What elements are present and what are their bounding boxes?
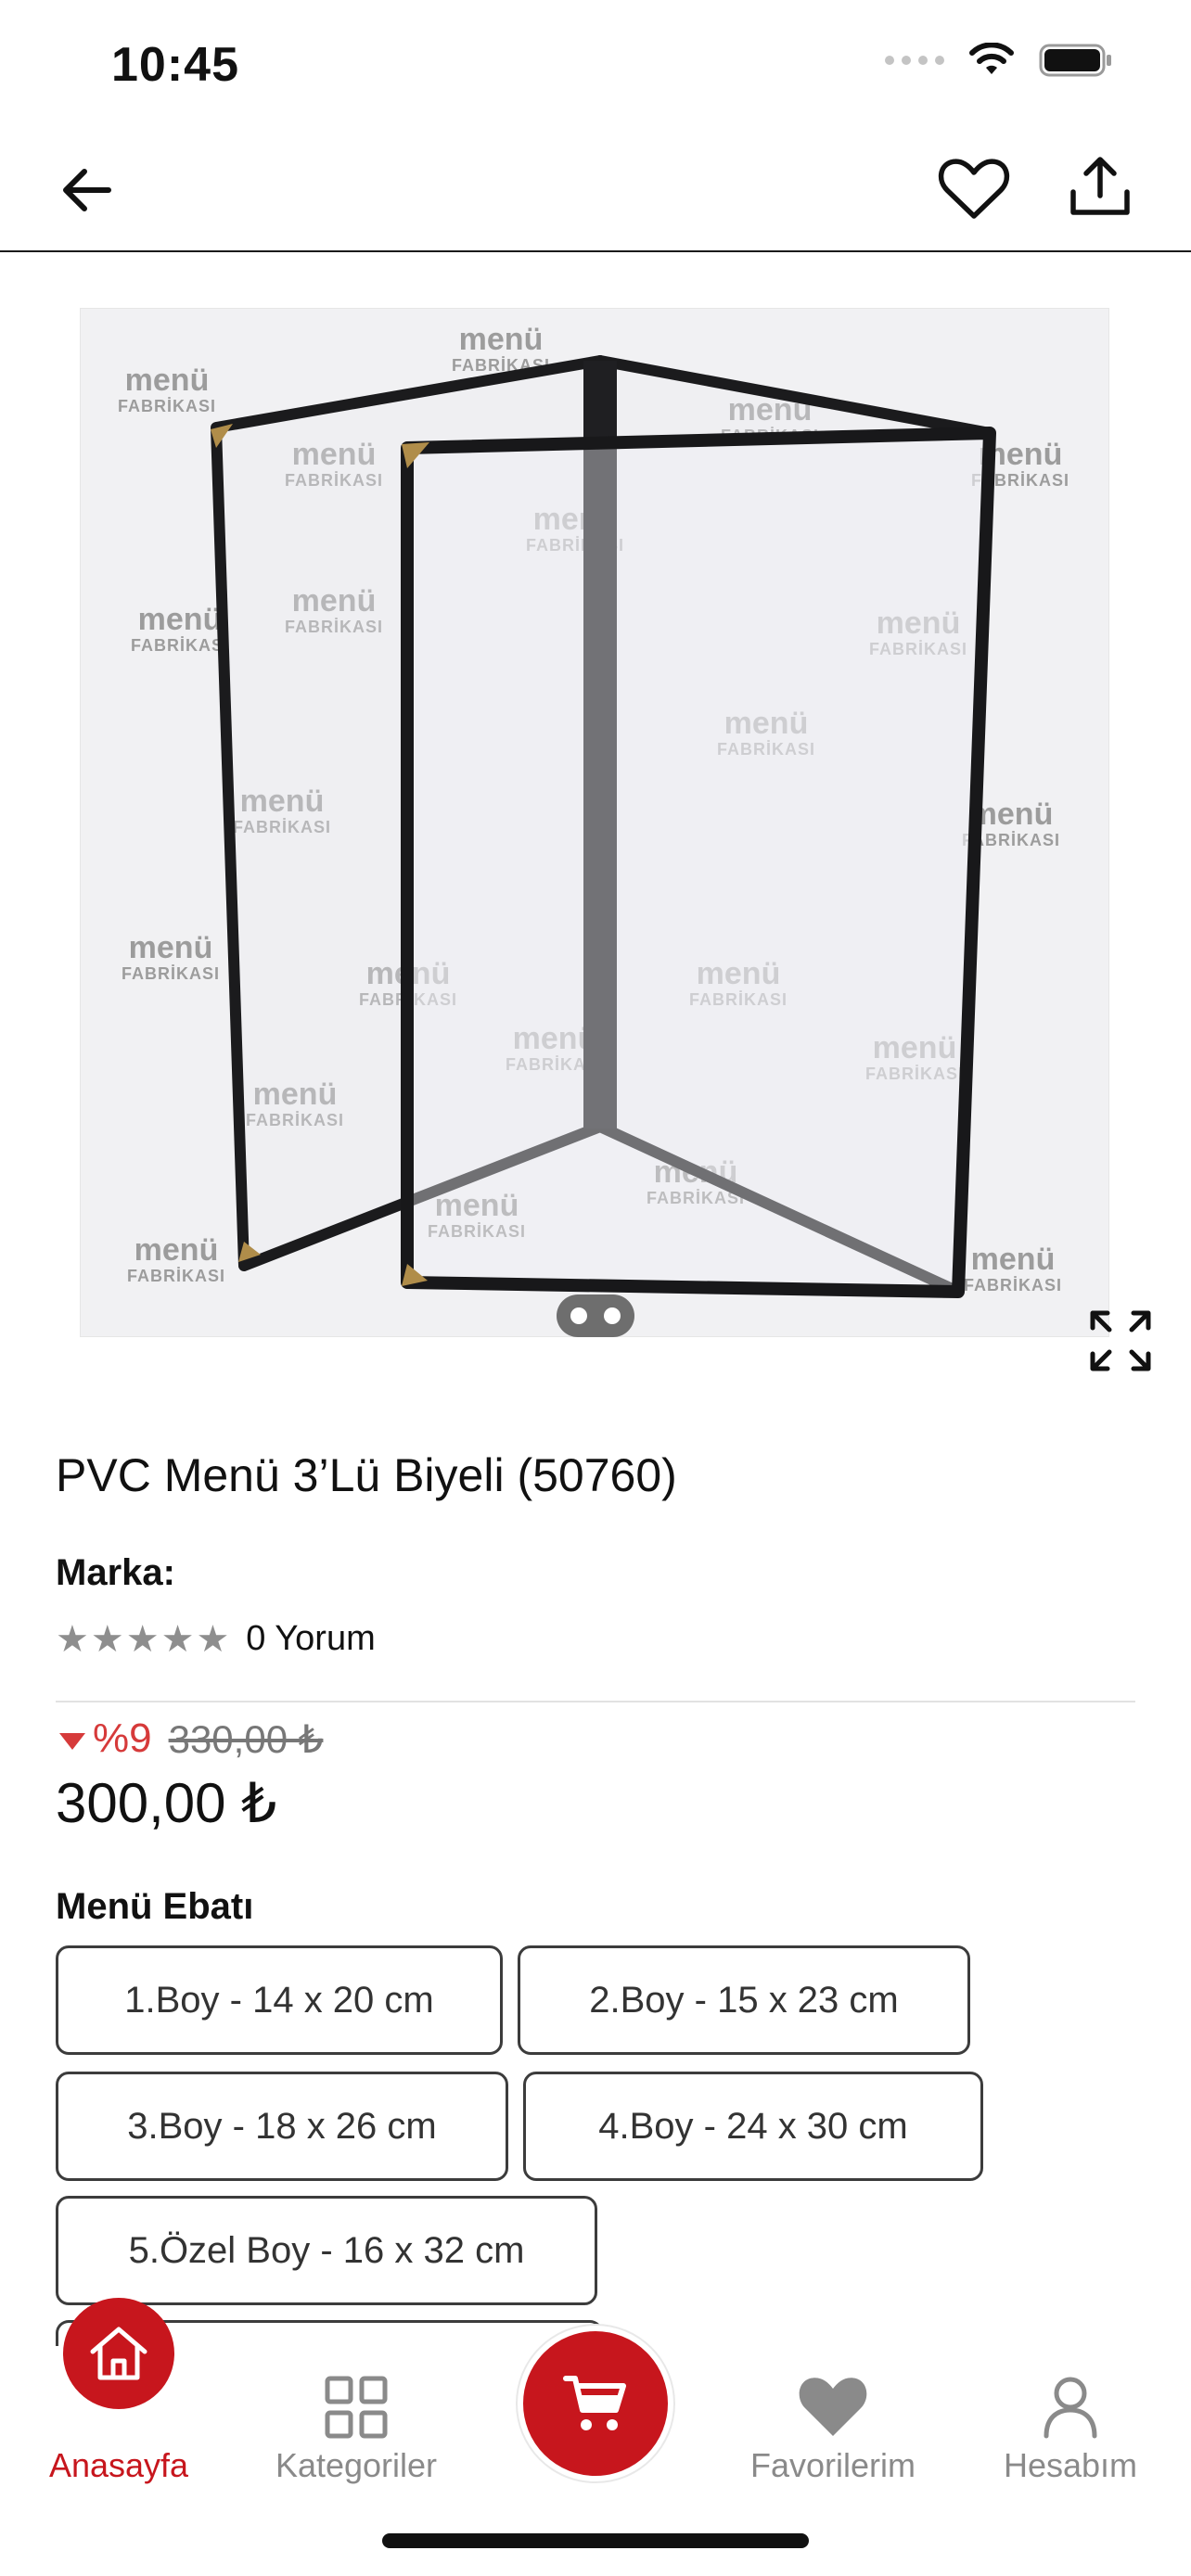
- home-icon: [63, 2298, 174, 2409]
- image-pager[interactable]: [557, 1294, 634, 1337]
- star-icon: ★: [56, 1618, 89, 1660]
- back-button[interactable]: [54, 158, 119, 223]
- star-rating: ★ ★ ★ ★ ★: [56, 1621, 229, 1658]
- home-indicator[interactable]: [382, 2533, 809, 2548]
- star-icon: ★: [90, 1618, 124, 1660]
- pager-dot[interactable]: [570, 1307, 587, 1324]
- share-button[interactable]: [1063, 150, 1137, 224]
- old-price: 330,00 ₺: [168, 1716, 324, 1761]
- size-option-button[interactable]: 3.Boy - 18 x 26 cm: [56, 2072, 508, 2181]
- discount-row: %9 330,00 ₺: [59, 1715, 323, 1762]
- status-bar: 10:45: [0, 0, 1191, 130]
- pager-dot[interactable]: [604, 1307, 621, 1324]
- current-price: 300,00 ₺: [56, 1772, 277, 1834]
- product-title: PVC Menü 3’Lü Biyeli (50760): [56, 1449, 677, 1501]
- brand-label: Marka:: [56, 1552, 175, 1593]
- grid-icon: [310, 2361, 403, 2454]
- user-icon: [1024, 2361, 1117, 2454]
- size-option-title: Menü Ebatı: [56, 1886, 254, 1927]
- tab-home[interactable]: Anasayfa: [7, 2298, 230, 2513]
- tab-categories[interactable]: Kategoriler: [245, 2346, 467, 2513]
- wifi-icon: [969, 43, 1014, 74]
- size-option-button[interactable]: 1.Boy - 14 x 20 cm: [56, 1945, 503, 2055]
- product-illustration: [211, 355, 996, 1298]
- heart-filled-icon: [787, 2361, 879, 2454]
- size-option-button[interactable]: 2.Boy - 15 x 23 cm: [518, 1945, 970, 2055]
- expand-image-button[interactable]: [1083, 1304, 1158, 1378]
- divider: [56, 1701, 1135, 1702]
- tab-favorites[interactable]: Favorilerim: [722, 2346, 944, 2513]
- tab-account[interactable]: Hesabım: [959, 2346, 1182, 2513]
- status-indicators: [885, 43, 1113, 78]
- expand-icon: [1090, 1310, 1151, 1371]
- star-icon: ★: [196, 1618, 230, 1660]
- heart-outline-icon: [938, 159, 1010, 219]
- arrow-left-icon: [63, 169, 111, 211]
- cart-icon: [563, 2376, 626, 2430]
- star-icon: ★: [160, 1618, 195, 1660]
- size-option-button[interactable]: 5.Özel Boy - 16 x 32 cm: [56, 2196, 597, 2305]
- nav-header: [0, 130, 1191, 252]
- size-option-button[interactable]: 4.Boy - 24 x 30 cm: [523, 2072, 983, 2181]
- tab-label: Hesabım: [1003, 2446, 1138, 2484]
- cellular-signal-icon: [885, 56, 944, 65]
- favorite-button[interactable]: [937, 152, 1011, 226]
- star-icon: ★: [125, 1618, 160, 1660]
- product-image[interactable]: menü FABRİKASI menü FABRİKASI menü FABRİKAS…: [80, 308, 1109, 1337]
- cart-button[interactable]: [518, 2326, 673, 2481]
- tab-label: Favorilerim: [749, 2446, 916, 2484]
- product-detail-screen: 10:45 menü FABRİKASI menü FABRİKASI menü…: [0, 0, 1191, 2576]
- discount-down-icon: [59, 1733, 85, 1750]
- status-time: 10:45: [111, 38, 239, 92]
- battery-icon: [1039, 44, 1111, 77]
- share-upload-icon: [1070, 157, 1130, 215]
- tab-label: Anasayfa: [48, 2446, 189, 2484]
- review-count[interactable]: 0 Yorum: [246, 1619, 375, 1659]
- rating-row[interactable]: ★ ★ ★ ★ ★ 0 Yorum: [56, 1619, 376, 1659]
- tab-label: Kategoriler: [275, 2446, 438, 2484]
- discount-percent: %9: [93, 1715, 152, 1761]
